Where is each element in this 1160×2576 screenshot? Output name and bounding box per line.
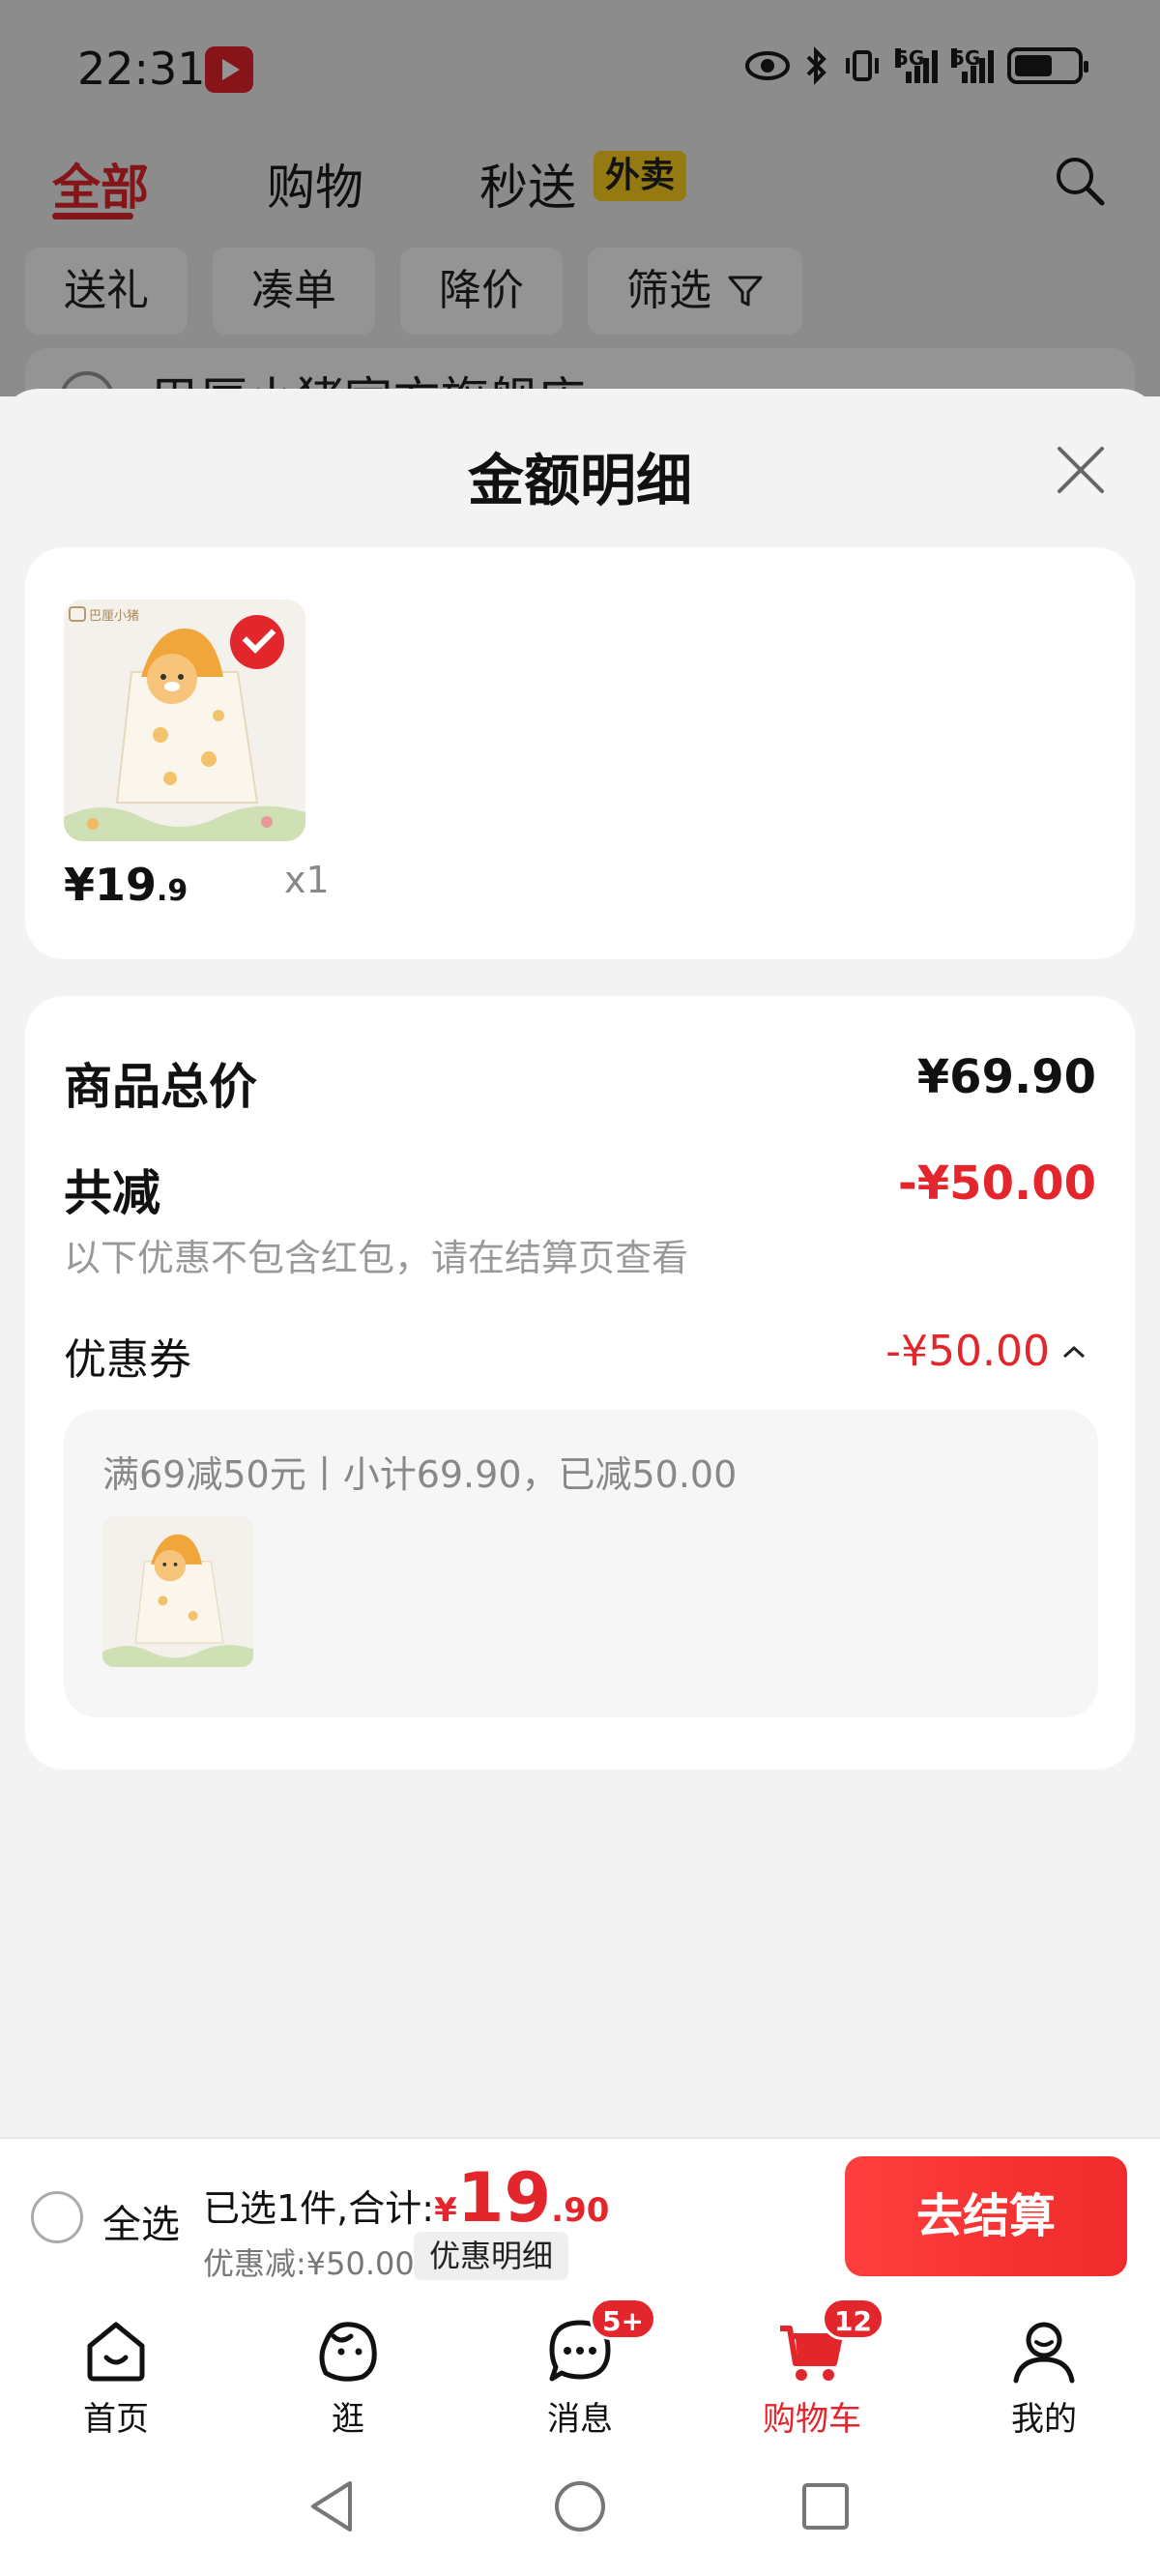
total-price-value: ¥69.90 [916,1050,1096,1104]
coupon-description: 满69减50元丨小计69.90，已减50.00 [102,1453,738,1496]
recents-icon[interactable] [795,2475,856,2537]
coupon-product-image[interactable] [102,1516,253,1667]
nav-messages[interactable]: 消息 5+ [464,2294,696,2441]
total-price-label: 商品总价 [64,1059,257,1115]
nav-messages-label: 消息 [547,2400,613,2439]
close-icon[interactable] [1050,439,1112,501]
select-all-label[interactable]: 全选 [102,2193,180,2249]
messages-badge: 5+ [590,2298,656,2340]
discount-text: 优惠减:¥50.00 [203,2245,415,2282]
product-price: ¥19.9 [64,859,188,911]
system-navigation-bar [0,2441,1160,2576]
total-reduction-value: -¥50.00 [897,1156,1096,1211]
total-price-cents: .90 [551,2191,610,2230]
total-line: 已选1件,合计: ¥ 19 .90 [203,2158,609,2238]
nav-explore[interactable]: 逛 [232,2294,464,2441]
product-price-main: ¥19 [64,859,158,911]
discount-detail-button[interactable]: 优惠明细 [414,2232,569,2280]
nav-profile[interactable]: 我的 [928,2294,1160,2441]
nav-profile-label: 我的 [1011,2400,1077,2439]
nav-home-label: 首页 [83,2400,149,2439]
baby-quilt-thumbnail [102,1516,253,1667]
home-icon [87,2322,145,2382]
coupon-label: 优惠券 [64,1335,191,1385]
price-summary-card: 商品总价 ¥69.90 共减 -¥50.00 以下优惠不包含红包，请在结算页查看… [25,996,1135,1770]
total-price-currency: ¥ [434,2191,457,2230]
product-selected-check-icon[interactable] [230,615,284,669]
coupon-toggle[interactable]: -¥50.00 [885,1327,1087,1376]
nav-cart-label: 购物车 [763,2400,861,2439]
product-card: 巴厘小猪 ¥19.9 x1 [25,547,1135,959]
sheet-title: 金额明细 [467,448,692,513]
profile-icon [1013,2322,1075,2384]
amount-detail-sheet: 金额明细 巴厘小猪 ¥19.9 x1 商品总价 ¥69.90 共减 -¥50.0… [0,389,1160,2137]
explore-icon [319,2322,377,2382]
nav-cart[interactable]: 购物车 12 [696,2294,928,2441]
total-reduction-label: 共减 [64,1165,160,1221]
bottom-nav: 首页 逛 消息 5+ 购物车 12 我的 [0,2294,1160,2441]
product-image-brand: 巴厘小猪 [89,609,140,624]
product-price-cents: .9 [157,874,188,908]
chevron-up-icon [1062,1345,1086,1358]
modal-backdrop[interactable] [0,0,1160,396]
select-all-radio[interactable] [31,2191,83,2243]
nav-explore-label: 逛 [332,2400,364,2439]
total-price-integer: 19 [456,2158,552,2238]
cart-badge: 12 [822,2298,884,2340]
coupon-detail-box: 满69减50元丨小计69.90，已减50.00 [64,1410,1098,1717]
reduction-note: 以下优惠不包含红包，请在结算页查看 [64,1237,689,1279]
selected-count-text: 已选1件,合计: [203,2187,435,2230]
product-quantity: x1 [284,859,330,901]
home-button-icon[interactable] [549,2475,611,2537]
coupon-value: -¥50.00 [885,1327,1050,1376]
back-icon[interactable] [302,2475,363,2537]
total-price: ¥ 19 .90 [434,2158,609,2238]
checkout-bar: 全选 已选1件,合计: ¥ 19 .90 优惠减:¥50.00 优惠明细 去结算 [0,2137,1160,2294]
checkout-button[interactable]: 去结算 [845,2156,1127,2276]
nav-home[interactable]: 首页 [0,2294,232,2441]
